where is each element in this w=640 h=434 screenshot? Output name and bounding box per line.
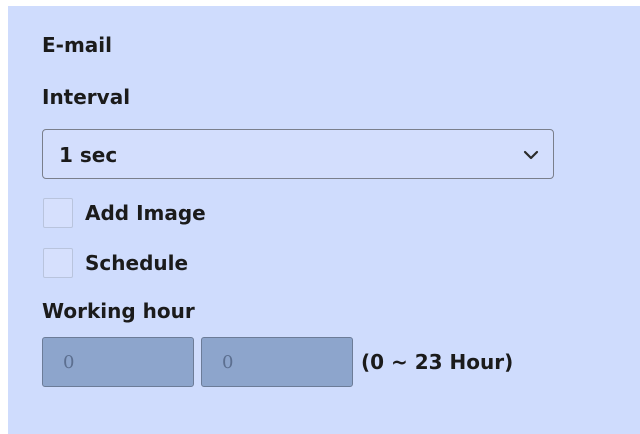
interval-selected-value: 1 sec	[59, 143, 118, 167]
add-image-checkbox[interactable]	[43, 198, 73, 228]
working-hour-start-input[interactable]: 0	[42, 337, 194, 387]
working-hour-start-value: 0	[63, 352, 75, 373]
schedule-checkbox[interactable]	[43, 248, 73, 278]
add-image-label: Add Image	[85, 201, 206, 225]
working-hour-label: Working hour	[42, 299, 195, 323]
working-hour-end-input[interactable]: 0	[201, 337, 353, 387]
working-hour-end-value: 0	[222, 352, 234, 373]
interval-label: Interval	[42, 85, 131, 109]
email-title: E-mail	[42, 33, 113, 57]
working-hour-range-hint: (0 ~ 23 Hour)	[361, 350, 514, 374]
chevron-down-icon	[523, 150, 539, 160]
interval-select[interactable]: 1 sec	[42, 129, 554, 179]
schedule-label: Schedule	[85, 251, 189, 275]
